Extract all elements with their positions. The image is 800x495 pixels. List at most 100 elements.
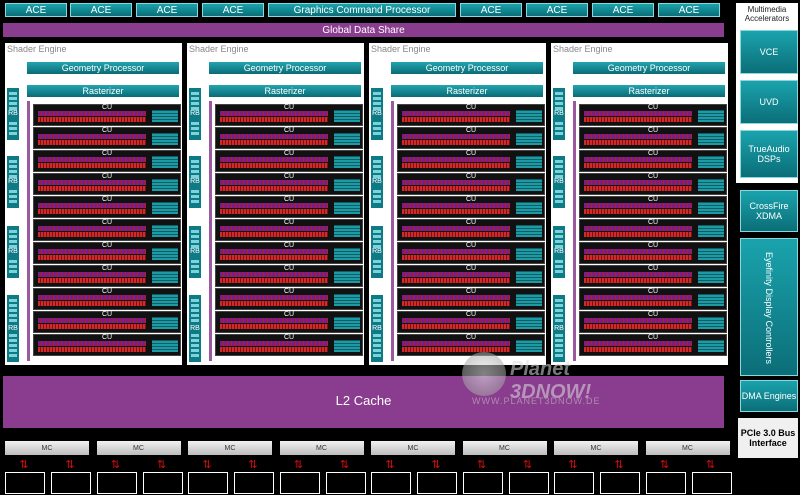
render-backend: RB — [189, 226, 201, 278]
memory-channel — [5, 472, 45, 494]
compute-unit: CU — [33, 104, 181, 126]
rasterizer: Rasterizer — [209, 85, 361, 97]
rb-label: RB — [554, 178, 564, 185]
compute-unit: CU — [215, 219, 363, 241]
compute-unit: CU — [397, 242, 545, 264]
cu-scheduler-bar — [27, 101, 30, 361]
compute-unit: CU — [397, 173, 545, 195]
render-backend: RB — [189, 156, 201, 208]
cu-scheduler-bar — [391, 101, 394, 361]
geometry-processor: Geometry Processor — [573, 62, 725, 74]
ace-block: ACE — [136, 3, 198, 17]
rb-label: RB — [372, 324, 382, 332]
memory-link-arrow-icon: ⇅ — [431, 459, 441, 471]
memory-channel — [417, 472, 457, 494]
render-backend: RB — [371, 295, 383, 362]
eyefinity-label: Eyefinity Display Controllers — [764, 252, 774, 365]
shader-engine-title: Shader Engine — [189, 44, 249, 54]
ace-block: ACE — [202, 3, 264, 17]
compute-unit: CU — [579, 104, 727, 126]
compute-unit: CU — [33, 242, 181, 264]
ace-block: ACE — [592, 3, 654, 17]
geometry-processor: Geometry Processor — [27, 62, 179, 74]
render-backend: RB — [7, 295, 19, 362]
geometry-processor: Geometry Processor — [209, 62, 361, 74]
compute-unit: CU — [579, 265, 727, 287]
render-backend: RB — [553, 156, 565, 208]
memory-link-arrow-icon: ⇅ — [110, 459, 121, 471]
render-backend: RB — [7, 88, 19, 140]
compute-unit: CU — [33, 334, 181, 356]
memory-channel — [462, 472, 503, 494]
rb-label: RB — [554, 324, 564, 332]
compute-unit: CU — [33, 219, 181, 241]
ace-block: ACE — [460, 3, 522, 17]
memory-link-arrow-icon: ⇅ — [65, 459, 75, 471]
memory-channel — [691, 472, 732, 494]
rb-label: RB — [190, 324, 200, 332]
shader-engine: Shader Engine Geometry Processor Rasterize… — [369, 43, 546, 365]
dma-block: DMA Engines — [740, 380, 798, 412]
rasterizer: Rasterizer — [573, 85, 725, 97]
memory-link-arrow-icon: ⇅ — [522, 459, 533, 471]
rb-label: RB — [190, 178, 200, 185]
memory-controller: MC — [5, 441, 89, 455]
global-data-share: Global Data Share — [3, 23, 724, 37]
rasterizer: Rasterizer — [27, 85, 179, 97]
compute-unit: CU — [215, 150, 363, 172]
render-backend: RB — [371, 226, 383, 278]
memory-link-arrow-icon: ⇅ — [339, 459, 350, 471]
memory-channel — [554, 472, 594, 494]
memory-controller: MC — [188, 441, 272, 455]
compute-unit: CU — [215, 311, 363, 333]
memory-link-arrow-icon: ⇅ — [476, 459, 487, 471]
memory-channel — [142, 472, 183, 494]
memory-controller: MC — [371, 441, 455, 455]
compute-unit: CU — [397, 219, 545, 241]
shader-engine-title: Shader Engine — [553, 44, 613, 54]
rb-label: RB — [8, 178, 18, 185]
memory-link-arrow-icon: ⇅ — [248, 459, 258, 471]
memory-controller: MC — [645, 441, 730, 455]
compute-unit: CU — [215, 288, 363, 310]
render-backend: RB — [7, 226, 19, 278]
rb-label: RB — [554, 110, 564, 117]
compute-unit: CU — [33, 173, 181, 195]
rb-label: RB — [190, 248, 200, 255]
shader-engine: Shader Engine Geometry Processor Rasterize… — [187, 43, 364, 365]
trueaudio-block: TrueAudio DSPs — [740, 130, 798, 178]
compute-unit: CU — [397, 104, 545, 126]
compute-unit: CU — [33, 150, 181, 172]
crossfire-block: CrossFire XDMA — [740, 190, 798, 232]
ace-block: ACE — [70, 3, 132, 17]
compute-unit: CU — [579, 242, 727, 264]
memory-channel — [371, 472, 411, 494]
eyefinity-block: Eyefinity Display Controllers — [740, 238, 798, 376]
compute-unit: CU — [397, 311, 545, 333]
memory-channel — [645, 472, 686, 494]
compute-unit: CU — [579, 288, 727, 310]
compute-unit: CU — [215, 173, 363, 195]
compute-unit: CU — [579, 219, 727, 241]
compute-unit: CU — [397, 265, 545, 287]
compute-unit: CU — [397, 127, 545, 149]
multimedia-title: Multimedia Accelerators — [744, 5, 790, 23]
shader-engine-title: Shader Engine — [371, 44, 431, 54]
compute-unit: CU — [215, 196, 363, 218]
memory-controller: MC — [462, 441, 547, 455]
render-backend: RB — [7, 156, 19, 208]
memory-controller: MC — [96, 441, 181, 455]
compute-unit: CU — [33, 311, 181, 333]
rb-label: RB — [8, 248, 18, 255]
memory-channel — [600, 472, 640, 494]
watermark-url: WWW.PLANET3DNOW.DE — [472, 396, 601, 406]
watermark: Planet 3DNOW! WWW.PLANET3DNOW.DE — [462, 352, 652, 408]
compute-unit: CU — [33, 196, 181, 218]
compute-unit: CU — [397, 196, 545, 218]
ace-block: ACE — [526, 3, 588, 17]
rb-label: RB — [372, 110, 382, 117]
memory-channel — [279, 472, 320, 494]
pcie-block: PCIe 3.0 Bus Interface — [738, 418, 798, 458]
shader-engine-title: Shader Engine — [7, 44, 67, 54]
memory-channel — [96, 472, 137, 494]
